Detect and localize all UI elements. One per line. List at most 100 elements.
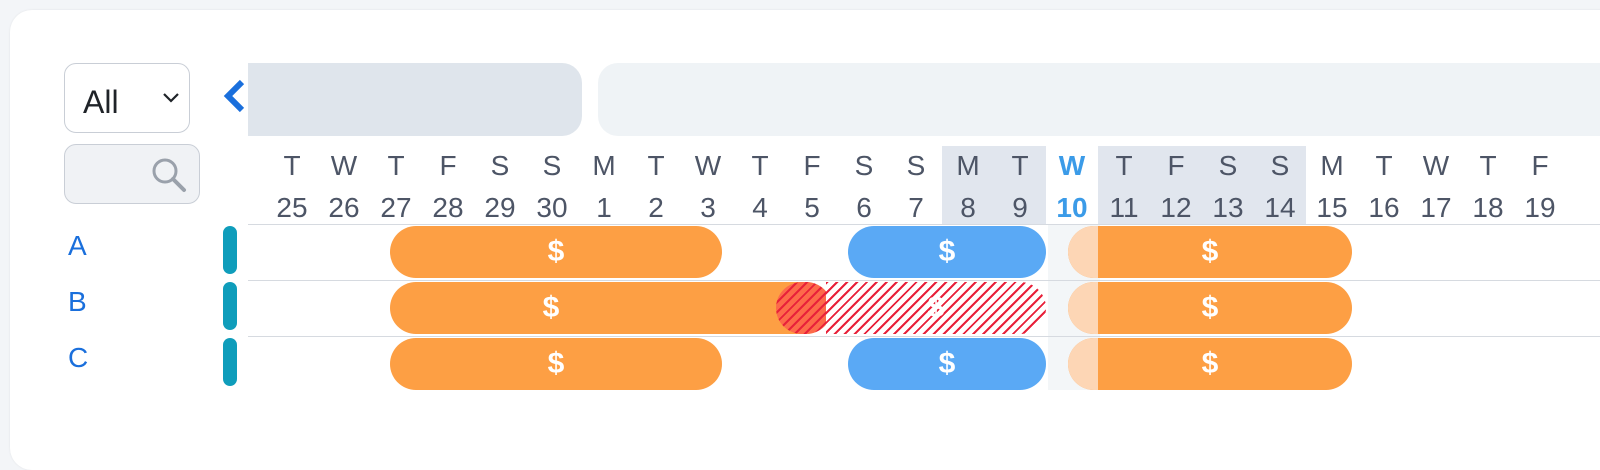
day-column-19: F 19 xyxy=(1514,146,1566,224)
day-of-week: T xyxy=(751,150,769,181)
month-range-previous[interactable] xyxy=(248,63,582,136)
day-column-13: S 13 xyxy=(1202,146,1254,224)
day-number: 5 xyxy=(804,192,820,223)
day-number: 2 xyxy=(648,192,664,223)
booking-blue[interactable]: $ xyxy=(848,338,1046,390)
day-number: 24 xyxy=(248,192,256,224)
price-icon: $ xyxy=(1201,235,1219,268)
day-column-3: W3 xyxy=(682,146,734,224)
day-column-15: M 15 xyxy=(1306,146,1358,224)
day-of-week: S xyxy=(906,150,926,181)
day-number: 26 xyxy=(328,192,360,223)
day-number: 27 xyxy=(380,192,412,223)
month-range-current[interactable] xyxy=(598,63,1600,136)
day-number: 3 xyxy=(700,192,716,223)
day-column-18: T 18 xyxy=(1462,146,1514,224)
day-of-week: F xyxy=(803,150,821,181)
price-icon: $ xyxy=(938,347,956,380)
day-number: 9 xyxy=(1012,192,1028,223)
day-of-week: S xyxy=(854,150,874,181)
chevron-left-icon[interactable] xyxy=(218,76,248,116)
price-icon: $ xyxy=(547,235,565,268)
day-of-week: W xyxy=(330,150,358,181)
day-of-week: F xyxy=(439,150,457,181)
day-number: 30 xyxy=(536,192,568,223)
price-icon: $ xyxy=(1201,291,1219,324)
booking-orange[interactable]: $ xyxy=(390,338,722,390)
row-drag-handle[interactable] xyxy=(223,338,237,386)
row-label-a[interactable]: A xyxy=(68,230,87,262)
day-number: 8 xyxy=(960,192,976,223)
day-of-week: W xyxy=(1422,150,1450,181)
day-of-week: T xyxy=(1375,150,1393,181)
day-of-week: F xyxy=(1531,150,1549,181)
day-of-week: F xyxy=(1167,150,1185,181)
day-of-week: T xyxy=(1479,150,1497,181)
day-column-7: S7 xyxy=(890,146,942,224)
day-column-4: T4 xyxy=(734,146,786,224)
day-number: 25 xyxy=(276,192,308,223)
chevron-down-icon xyxy=(163,93,179,103)
day-of-week: S xyxy=(1270,150,1290,181)
day-of-week: S xyxy=(1218,150,1238,181)
day-number: 12 xyxy=(1160,192,1192,223)
conflict-overlap xyxy=(776,282,832,334)
day-column-26: W 26 xyxy=(318,146,370,224)
booking-blue[interactable]: $ xyxy=(848,226,1046,278)
booking-orange[interactable]: $ xyxy=(390,226,722,278)
day-column-2: T2 xyxy=(630,146,682,224)
day-of-week: M xyxy=(592,150,616,181)
day-of-week: T xyxy=(1011,150,1029,181)
day-column-partial: 24 xyxy=(248,146,256,224)
day-column-12: F 12 xyxy=(1150,146,1202,224)
day-of-week: T xyxy=(387,150,405,181)
day-column-5: F5 xyxy=(786,146,838,224)
day-of-week: W xyxy=(694,150,722,181)
day-number: 17 xyxy=(1420,192,1452,223)
day-number: 18 xyxy=(1472,192,1504,223)
day-column-11: T 11 xyxy=(1098,146,1150,224)
day-of-week: S xyxy=(542,150,562,181)
row-drag-handle[interactable] xyxy=(223,226,237,274)
day-column-10: W 10 xyxy=(1046,146,1098,224)
filter-value: All xyxy=(83,84,119,120)
booking-orange[interactable]: $ xyxy=(390,282,832,334)
booking-orange[interactable]: $ xyxy=(1068,226,1352,278)
price-icon: $ xyxy=(938,235,956,268)
day-column-28: F 28 xyxy=(422,146,474,224)
booking-orange[interactable]: $ xyxy=(1068,338,1352,390)
price-icon: $ xyxy=(1201,347,1219,380)
row-divider xyxy=(248,336,1600,337)
booking-conflict[interactable]: $ xyxy=(826,282,1046,334)
day-column-17: W 17 xyxy=(1410,146,1462,224)
day-of-week: W xyxy=(1058,150,1086,181)
day-of-week: M xyxy=(1320,150,1344,181)
day-number: 10 xyxy=(1056,192,1088,223)
day-column-14: S 14 xyxy=(1254,146,1306,224)
day-of-week: T xyxy=(647,150,665,181)
row-label-b[interactable]: B xyxy=(68,286,87,318)
day-column-25: T 25 xyxy=(266,146,318,224)
search-icon xyxy=(152,158,186,192)
day-number: 16 xyxy=(1368,192,1400,223)
day-number: 14 xyxy=(1264,192,1296,223)
day-number: 1 xyxy=(596,192,612,223)
day-column-8: M8 xyxy=(942,146,994,224)
day-number: 6 xyxy=(856,192,872,223)
day-of-week: T xyxy=(283,150,301,181)
day-number: 28 xyxy=(432,192,464,223)
day-column-16: T 16 xyxy=(1358,146,1410,224)
day-number: 4 xyxy=(752,192,768,223)
row-label-c[interactable]: C xyxy=(68,342,88,374)
day-of-week: S xyxy=(490,150,510,181)
booking-orange[interactable]: $ xyxy=(1068,282,1352,334)
day-column-1: M1 xyxy=(578,146,630,224)
search-input[interactable] xyxy=(64,144,200,204)
filter-select[interactable]: All xyxy=(64,63,190,133)
price-icon: $ xyxy=(542,291,560,324)
day-number: 11 xyxy=(1109,192,1139,223)
row-drag-handle[interactable] xyxy=(223,282,237,330)
day-number: 7 xyxy=(908,192,924,223)
day-number: 29 xyxy=(484,192,516,223)
day-of-week: T xyxy=(1115,150,1133,181)
